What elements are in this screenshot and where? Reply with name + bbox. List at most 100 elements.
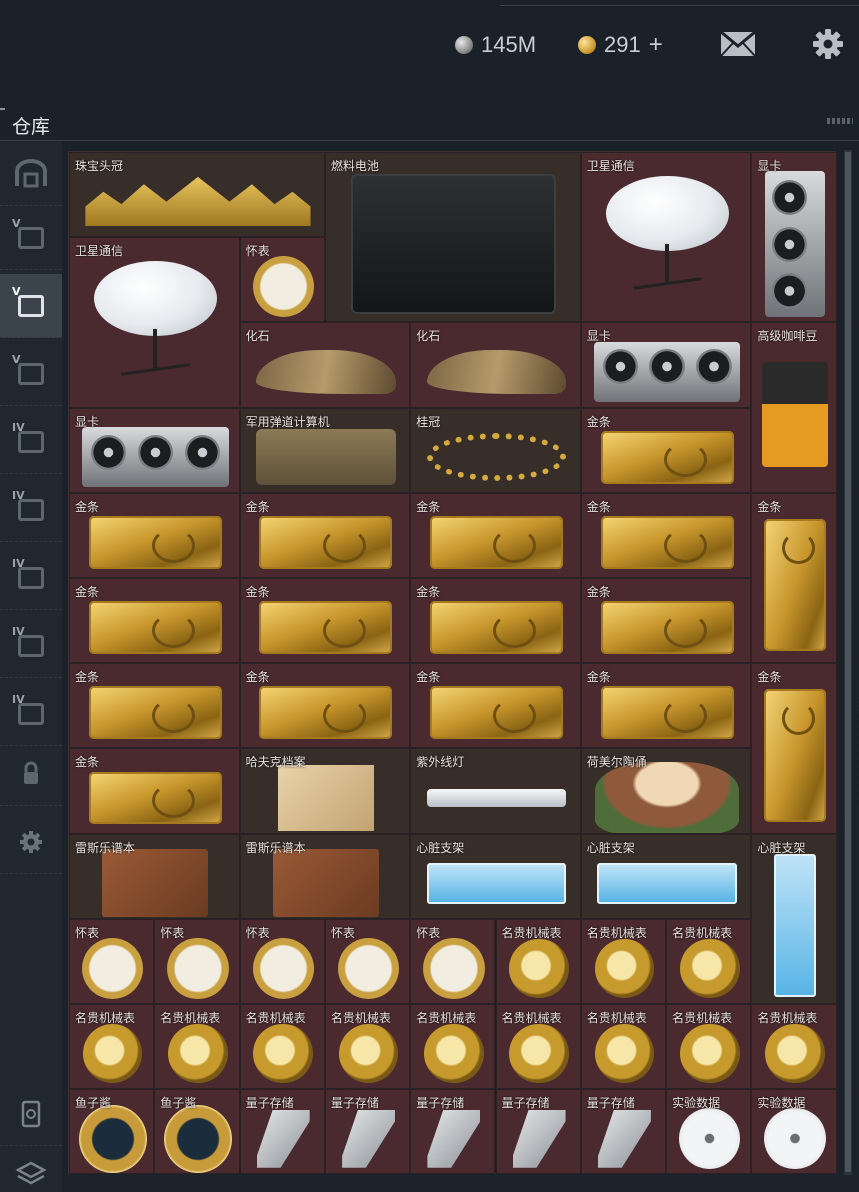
sidebar-tab[interactable]	[0, 1142, 62, 1192]
inventory-item[interactable]: 名贵机械表	[751, 1004, 837, 1090]
inventory-item[interactable]: 金条	[239, 578, 411, 664]
inventory-item[interactable]: 量子存储	[239, 1089, 325, 1175]
inventory-item[interactable]: 燃料电池	[324, 152, 581, 323]
inventory-item[interactable]: 金条	[580, 492, 752, 578]
inventory-item[interactable]: 名贵机械表	[666, 918, 752, 1004]
sidebar-tab[interactable]	[0, 1082, 62, 1146]
item-label: 燃料电池	[330, 159, 379, 173]
inventory-scrollbar[interactable]	[844, 150, 852, 1175]
scrollbar-thumb[interactable]	[845, 152, 851, 1172]
inventory-item[interactable]: 鱼子酱	[69, 1089, 155, 1175]
inventory-item[interactable]: 卫星通信	[580, 152, 752, 323]
inventory-item[interactable]: 鱼子酱	[154, 1089, 240, 1175]
inventory-item[interactable]: 桂冠	[410, 407, 581, 493]
item-label: 名贵机械表	[330, 1011, 391, 1025]
inventory-item[interactable]: 高级咖啡豆	[751, 322, 837, 493]
inventory-item[interactable]: 金条	[69, 663, 240, 749]
inventory-item[interactable]: 量子存储	[324, 1089, 411, 1175]
inventory-item[interactable]: 化石	[239, 322, 411, 408]
watch-item-icon	[82, 1023, 143, 1084]
item-label: 心脏支架	[416, 840, 465, 855]
sidebar-tab[interactable]	[0, 742, 62, 806]
inventory-item[interactable]: 金条	[69, 578, 240, 664]
inventory-item[interactable]: 显卡	[69, 407, 240, 493]
inventory-item[interactable]: 珠宝头冠	[69, 152, 325, 238]
inventory-item[interactable]: 实验数据	[666, 1089, 752, 1175]
inventory-item[interactable]: 金条	[239, 663, 411, 749]
inventory-item[interactable]: 金条	[580, 407, 752, 493]
inventory-item[interactable]: 金条	[751, 492, 837, 664]
inventory-item[interactable]: 怀表	[410, 918, 496, 1004]
inventory-item[interactable]: 名贵机械表	[495, 1004, 581, 1090]
inventory-item[interactable]: 金条	[580, 578, 752, 664]
sidebar-tab[interactable]: IV	[0, 614, 62, 678]
inventory-item[interactable]: 金条	[410, 578, 581, 664]
inventory-item[interactable]: 名贵机械表	[154, 1004, 240, 1090]
inventory-item[interactable]: 量子存储	[410, 1089, 496, 1175]
inventory-item[interactable]: 金条	[751, 663, 837, 834]
inventory-item[interactable]: 心脏支架	[751, 833, 837, 1004]
sidebar-tab[interactable]: V	[0, 206, 62, 270]
gold-currency[interactable]: 291 +	[578, 30, 663, 60]
sidebar-tab[interactable]: IV	[0, 682, 62, 746]
item-label: 显卡	[586, 329, 611, 344]
tiara-item-icon	[85, 176, 311, 227]
inventory-item[interactable]: 显卡	[580, 322, 752, 408]
inventory-item[interactable]: 量子存储	[580, 1089, 667, 1175]
add-currency-button[interactable]: +	[649, 31, 663, 59]
inventory-item[interactable]: 金条	[580, 663, 752, 749]
inventory-item[interactable]: 金条	[410, 492, 581, 578]
inventory-item[interactable]: 金条	[410, 663, 581, 749]
pocket-item-icon	[167, 937, 229, 1000]
inventory-item[interactable]: 金条	[69, 492, 240, 578]
inventory-item[interactable]: 怀表	[324, 918, 411, 1004]
inventory-item[interactable]: 显卡	[751, 152, 837, 323]
inventory-item[interactable]: 雷斯乐谱本	[69, 833, 240, 919]
inventory-item[interactable]: 金条	[239, 492, 411, 578]
item-label: 桂冠	[416, 414, 441, 429]
layers-icon	[14, 1159, 48, 1189]
inventory-item[interactable]: 卫星通信	[69, 237, 240, 408]
mail-button[interactable]	[720, 28, 756, 60]
tab-level-label: V	[12, 352, 21, 366]
inventory-item[interactable]: 名贵机械表	[239, 1004, 325, 1090]
pocket-item-icon	[252, 256, 314, 318]
inventory-item[interactable]: 紫外线灯	[410, 748, 581, 834]
gold-amount: 291	[604, 32, 641, 57]
usb-item-icon	[598, 1109, 651, 1168]
inventory-item[interactable]: 心脏支架	[580, 833, 752, 919]
item-label: 名贵机械表	[160, 1011, 221, 1025]
inventory-item[interactable]: 化石	[410, 322, 581, 408]
inventory-item[interactable]: 怀表	[239, 237, 325, 323]
inventory-item[interactable]: 名贵机械表	[69, 1004, 155, 1090]
inventory-item[interactable]: 怀表	[239, 918, 325, 1004]
inventory-item[interactable]: 荷美尔陶俑	[580, 748, 752, 834]
inventory-item[interactable]: 名贵机械表	[324, 1004, 411, 1090]
inventory-item[interactable]: 实验数据	[751, 1089, 837, 1175]
sidebar-tab[interactable]: IV	[0, 410, 62, 474]
inventory-item[interactable]: 怀表	[154, 918, 240, 1004]
inventory-item[interactable]: 心脏支架	[410, 833, 581, 919]
watch-item-icon	[765, 1023, 825, 1084]
inventory-item[interactable]: 雷斯乐谱本	[239, 833, 411, 919]
sidebar-tab[interactable]: IV	[0, 478, 62, 542]
sidebar-tab[interactable]	[0, 142, 62, 206]
folder-item-icon	[278, 764, 374, 832]
sidebar-tab[interactable]: V	[0, 274, 62, 338]
inventory-item[interactable]: 名贵机械表	[666, 1004, 752, 1090]
inventory-item[interactable]: 量子存储	[495, 1089, 581, 1175]
inventory-item[interactable]: 哈夫克档案	[239, 748, 411, 834]
inventory-item[interactable]: 名贵机械表	[580, 1004, 667, 1090]
sidebar-tab[interactable]	[0, 810, 62, 874]
inventory-item[interactable]: 军用弹道计算机	[239, 407, 411, 493]
sidebar-tab[interactable]: V	[0, 342, 62, 406]
inventory-item[interactable]: 名贵机械表	[495, 918, 581, 1004]
inventory-item[interactable]: 名贵机械表	[580, 918, 667, 1004]
inventory-item[interactable]: 怀表	[69, 918, 155, 1004]
inventory-item[interactable]: 名贵机械表	[410, 1004, 496, 1090]
settings-button[interactable]	[810, 28, 846, 60]
inventory-item[interactable]: 金条	[69, 748, 240, 834]
item-label: 金条	[586, 670, 611, 685]
sidebar-tab[interactable]: IV	[0, 546, 62, 610]
item-label: 金条	[416, 670, 441, 685]
